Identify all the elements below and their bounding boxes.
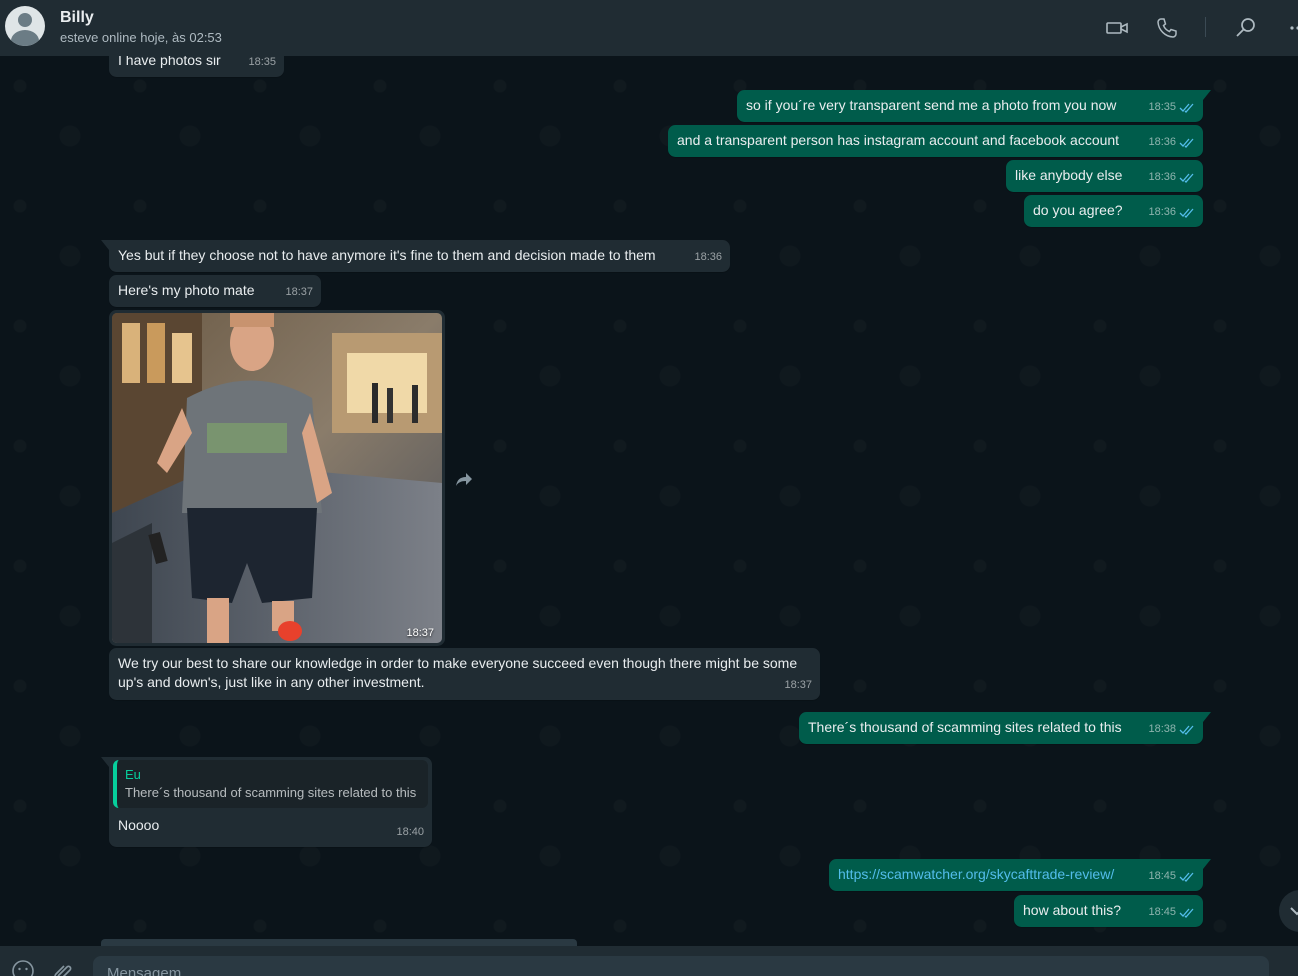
message-text: so if you´re very transparent send me a … <box>746 97 1117 113</box>
chat-header[interactable]: Billy esteve online hoje, às 02:53 <box>0 0 1298 56</box>
message-time: 18:35 <box>1148 98 1195 117</box>
quoted-author: Eu <box>125 767 141 782</box>
video-call-icon[interactable] <box>1105 16 1129 40</box>
message-time: 18:37 <box>406 627 434 639</box>
reply-preview-strip <box>101 939 577 946</box>
message-text-line-1: We try our best to share our knowledge i… <box>118 655 798 671</box>
scroll-to-bottom-button[interactable] <box>1279 890 1298 932</box>
message-text-line-2: up's and down's, just like in any other … <box>118 674 425 690</box>
message-incoming[interactable]: We try our best to share our knowledge i… <box>109 648 820 700</box>
double-check-icon <box>1179 208 1194 218</box>
message-text: Here's my photo mate <box>118 282 255 298</box>
quoted-message[interactable]: Eu There´s thousand of scamming sites re… <box>113 760 428 808</box>
message-outgoing[interactable]: There´s thousand of scamming sites relat… <box>799 712 1211 744</box>
message-image[interactable]: 18:37 <box>109 310 445 646</box>
message-text: Noooo <box>118 817 160 833</box>
forward-icon[interactable] <box>454 469 474 489</box>
message-composer[interactable] <box>93 956 1269 976</box>
message-time: 18:37 <box>784 679 812 691</box>
double-check-icon <box>1179 103 1194 113</box>
message-time: 18:45 <box>1148 903 1195 922</box>
message-time: 18:36 <box>1148 203 1195 222</box>
message-time: 18:45 <box>1148 867 1195 886</box>
message-text: and a transparent person has instagram a… <box>677 132 1120 148</box>
double-check-icon <box>1179 173 1194 183</box>
message-time: 18:36 <box>1148 168 1195 187</box>
message-time: 18:38 <box>1148 720 1195 739</box>
contact-last-seen: esteve online hoje, às 02:53 <box>60 30 222 45</box>
conversation-panel[interactable]: I have photos sir 18:35 so if you´re ver… <box>0 56 1298 946</box>
message-incoming[interactable]: Yes but if they choose not to have anymo… <box>101 240 730 272</box>
message-outgoing[interactable]: like anybody else 18:36 <box>1006 160 1203 192</box>
message-link[interactable]: https://scamwatcher.org/skycafttrade-rev… <box>838 865 1194 884</box>
message-time: 18:36 <box>694 251 722 263</box>
message-text: There´s thousand of scamming sites relat… <box>808 719 1122 735</box>
double-check-icon <box>1179 908 1194 918</box>
contact-name[interactable]: Billy <box>60 9 94 27</box>
message-outgoing[interactable]: and a transparent person has instagram a… <box>668 125 1203 157</box>
voice-call-icon[interactable] <box>1155 16 1179 40</box>
message-incoming[interactable]: I have photos sir 18:35 <box>109 56 284 77</box>
message-time: 18:36 <box>1148 133 1195 152</box>
quoted-text: There´s thousand of scamming sites relat… <box>125 785 417 800</box>
message-text: Yes but if they choose not to have anymo… <box>118 247 656 263</box>
chevron-down-icon <box>1290 907 1298 916</box>
message-incoming[interactable]: Here's my photo mate 18:37 <box>109 275 321 307</box>
photo-illustration <box>112 313 442 643</box>
message-outgoing[interactable]: do you agree? 18:36 <box>1024 195 1203 227</box>
shared-photo[interactable]: 18:37 <box>112 313 442 643</box>
emoji-icon[interactable] <box>10 958 36 976</box>
contact-avatar[interactable] <box>5 6 45 46</box>
message-time: 18:35 <box>248 56 276 68</box>
message-time: 18:40 <box>396 826 424 838</box>
message-text: I have photos sir <box>118 56 221 68</box>
menu-icon[interactable] <box>1282 16 1298 40</box>
message-outgoing[interactable]: so if you´re very transparent send me a … <box>737 90 1211 122</box>
message-outgoing[interactable]: how about this? 18:45 <box>1014 895 1203 927</box>
search-icon[interactable] <box>1234 16 1258 40</box>
header-divider <box>1205 17 1206 37</box>
message-time: 18:37 <box>285 286 313 298</box>
double-check-icon <box>1179 725 1194 735</box>
message-outgoing[interactable]: https://scamwatcher.org/skycafttrade-rev… <box>829 859 1211 891</box>
message-incoming-reply[interactable]: Eu There´s thousand of scamming sites re… <box>101 757 432 847</box>
double-check-icon <box>1179 138 1194 148</box>
message-input[interactable] <box>107 965 1207 976</box>
double-check-icon <box>1179 872 1194 882</box>
attach-icon[interactable] <box>50 958 76 976</box>
